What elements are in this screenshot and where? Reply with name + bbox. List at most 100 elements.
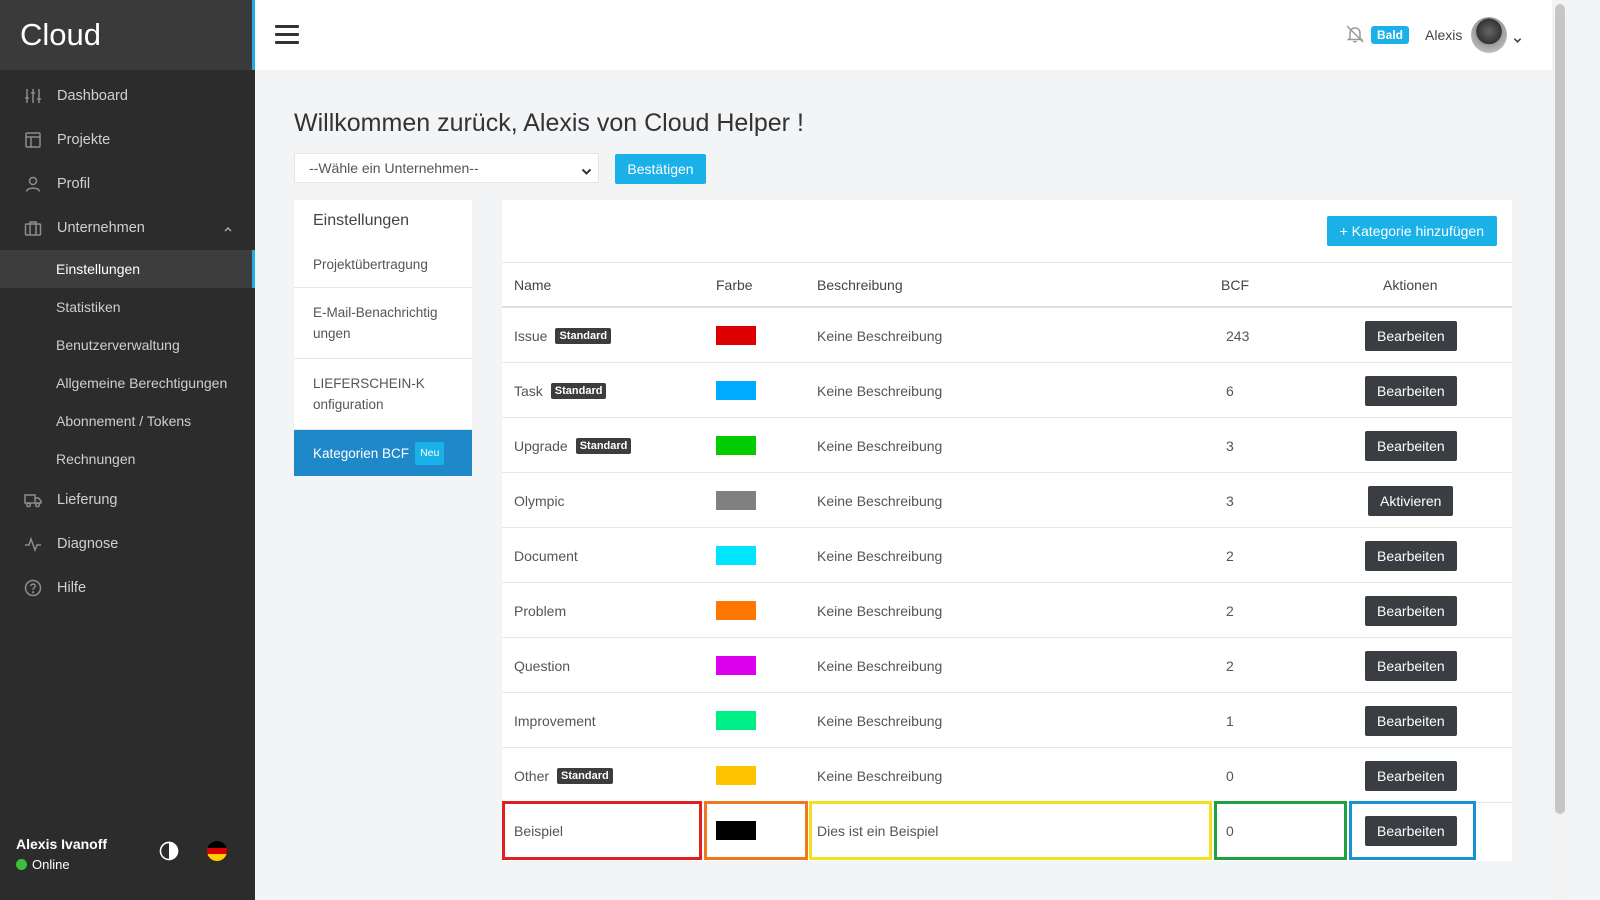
sidebar-item-hilfe[interactable]: Hilfe bbox=[0, 566, 255, 610]
sidebar-subitem-abonnement[interactable]: Abonnement / Tokens bbox=[0, 402, 255, 440]
row-actions: Bearbeiten bbox=[1365, 363, 1457, 418]
row-bcf: 1 bbox=[1226, 712, 1234, 729]
color-swatch bbox=[716, 326, 756, 345]
row-name: Other Standard bbox=[514, 748, 613, 803]
hamburger-menu-icon[interactable] bbox=[275, 25, 299, 45]
scrollbar-thumb[interactable] bbox=[1555, 4, 1565, 814]
category-name: Task bbox=[514, 382, 543, 399]
row-color bbox=[716, 363, 756, 418]
footer-user-name: Alexis Ivanoff bbox=[16, 836, 108, 852]
header-color: Farbe bbox=[716, 277, 753, 293]
company-select[interactable]: --Wähle ein Unternehmen-- bbox=[294, 153, 599, 183]
row-color bbox=[716, 693, 756, 748]
edit-button[interactable]: Bearbeiten bbox=[1365, 540, 1457, 571]
settings-item-email[interactable]: E-Mail-Benachrichtigungen bbox=[294, 288, 472, 359]
settings-item-label: LIEFERSCHEIN-Konfiguration bbox=[313, 376, 425, 412]
settings-item-projektuebertragung[interactable]: Projektübertragung bbox=[294, 242, 472, 288]
color-swatch bbox=[716, 711, 756, 730]
settings-item-lieferschein[interactable]: LIEFERSCHEIN-Konfiguration bbox=[294, 359, 472, 430]
settings-item-kategorien-bcf[interactable]: Kategorien BCF Neu bbox=[294, 430, 472, 476]
edit-button[interactable]: Bearbeiten bbox=[1365, 595, 1457, 626]
sidebar-subitem-berechtigungen[interactable]: Allgemeine Berechtigungen bbox=[0, 364, 255, 402]
edit-button[interactable]: Bearbeiten bbox=[1365, 760, 1457, 791]
row-bcf: 3 bbox=[1226, 437, 1234, 454]
settings-title: Einstellungen bbox=[294, 200, 472, 242]
sidebar-item-label: Unternehmen bbox=[57, 220, 145, 236]
activity-icon bbox=[24, 535, 42, 553]
new-badge: Neu bbox=[415, 441, 445, 465]
contrast-toggle-icon[interactable] bbox=[159, 841, 179, 861]
color-swatch bbox=[716, 656, 756, 675]
settings-item-label: Kategorien BCF bbox=[313, 445, 410, 461]
confirm-button[interactable]: Bestätigen bbox=[615, 154, 706, 184]
row-bcf: 243 bbox=[1226, 327, 1250, 344]
chevron-down-icon[interactable] bbox=[1513, 32, 1522, 50]
highlight-actions-box bbox=[1349, 801, 1476, 860]
highlight-description-box bbox=[809, 801, 1212, 860]
edit-button[interactable]: Bearbeiten bbox=[1365, 705, 1457, 736]
edit-button[interactable]: Bearbeiten bbox=[1365, 650, 1457, 681]
avatar[interactable] bbox=[1471, 17, 1507, 53]
sidebar-item-diagnose[interactable]: Diagnose bbox=[0, 522, 255, 566]
bell-off-icon[interactable] bbox=[1345, 24, 1365, 44]
sidebar-item-label: Diagnose bbox=[57, 536, 119, 552]
sidebar-item-projekte[interactable]: Projekte bbox=[0, 118, 255, 162]
sidebar-subitem-statistiken[interactable]: Statistiken bbox=[0, 288, 255, 326]
row-description: Keine Beschreibung bbox=[817, 547, 943, 564]
row-description: Keine Beschreibung bbox=[817, 602, 943, 619]
highlight-name-box bbox=[502, 801, 702, 860]
color-swatch bbox=[716, 601, 756, 620]
status-label: Online bbox=[32, 857, 70, 872]
row-color bbox=[716, 748, 756, 803]
color-swatch bbox=[716, 766, 756, 785]
row-color bbox=[716, 308, 756, 363]
row-name: Problem bbox=[514, 583, 566, 638]
edit-button[interactable]: Bearbeiten bbox=[1365, 320, 1457, 351]
edit-button[interactable]: Bearbeiten bbox=[1365, 375, 1457, 406]
highlight-color-box bbox=[704, 801, 808, 860]
sidebar-item-unternehmen[interactable]: Unternehmen bbox=[0, 206, 255, 250]
row-actions: Bearbeiten bbox=[1365, 583, 1457, 638]
standard-badge: Standard bbox=[550, 382, 607, 399]
row-bcf: 2 bbox=[1226, 657, 1234, 674]
row-actions: Bearbeiten bbox=[1365, 638, 1457, 693]
sidebar-subitem-benutzerverwaltung[interactable]: Benutzerverwaltung bbox=[0, 326, 255, 364]
activate-button[interactable]: Aktivieren bbox=[1368, 485, 1454, 516]
color-swatch bbox=[716, 546, 756, 565]
row-bcf: 2 bbox=[1226, 547, 1234, 564]
sidebar-item-dashboard[interactable]: Dashboard bbox=[0, 74, 255, 118]
soon-badge: Bald bbox=[1371, 26, 1410, 44]
table-row: Beispiel Dies ist ein Beispiel 0 Bearbeiten bbox=[502, 801, 1512, 860]
page-scrollbar[interactable] bbox=[1552, 0, 1568, 900]
sidebar-subitem-rechnungen[interactable]: Rechnungen bbox=[0, 440, 255, 478]
sidebar-item-label: Dashboard bbox=[57, 88, 128, 104]
category-name: Improvement bbox=[514, 712, 596, 729]
topbar-username[interactable]: Alexis bbox=[1425, 27, 1462, 43]
chevron-down-icon bbox=[581, 164, 592, 180]
sidebar-item-lieferung[interactable]: Lieferung bbox=[0, 478, 255, 522]
category-name: Question bbox=[514, 657, 571, 674]
sliders-icon bbox=[24, 87, 42, 105]
language-flag-de-icon[interactable] bbox=[207, 841, 227, 861]
row-description: Keine Beschreibung bbox=[817, 657, 943, 674]
table-row: Improvement Keine Beschreibung 1 Bearbeiten bbox=[502, 693, 1512, 748]
row-description: Keine Beschreibung bbox=[817, 437, 943, 454]
sidebar-item-profil[interactable]: Profil bbox=[0, 162, 255, 206]
user-icon bbox=[24, 175, 42, 193]
table-row: Problem Keine Beschreibung 2 Bearbeiten bbox=[502, 583, 1512, 638]
header-name: Name bbox=[514, 277, 552, 293]
table-row: Issue Standard Keine Beschreibung 243 Bearbe… bbox=[502, 308, 1512, 363]
row-bcf: 0 bbox=[1226, 767, 1234, 784]
sidebar-item-label: Lieferung bbox=[57, 492, 118, 508]
table-row: Question Keine Beschreibung 2 Bearbeiten bbox=[502, 638, 1512, 693]
topbar: Bald Alexis bbox=[255, 0, 1552, 70]
row-actions: Bearbeiten bbox=[1365, 418, 1457, 473]
brand-logo[interactable]: Cloud bbox=[0, 0, 255, 70]
settings-menu: Einstellungen Projektübertragung E-Mail-… bbox=[294, 200, 472, 476]
row-actions: Bearbeiten bbox=[1365, 308, 1457, 363]
sidebar-subitem-einstellungen[interactable]: Einstellungen bbox=[0, 250, 255, 288]
add-category-button[interactable]: + Kategorie hinzufügen bbox=[1326, 216, 1497, 246]
highlight-bcf-box bbox=[1214, 801, 1347, 860]
edit-button[interactable]: Bearbeiten bbox=[1365, 430, 1457, 461]
status-indicator: Online bbox=[16, 857, 235, 872]
